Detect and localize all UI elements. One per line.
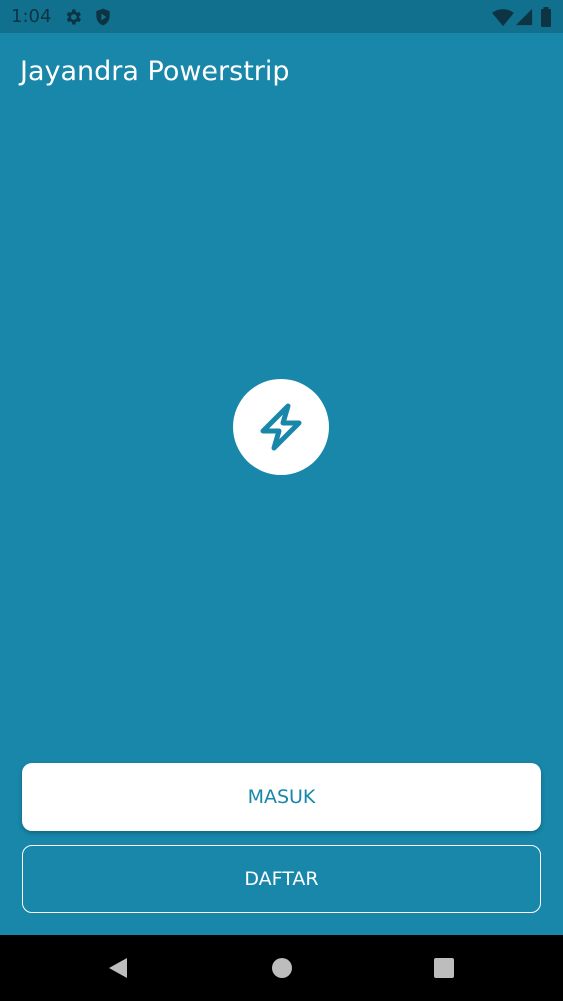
- back-icon[interactable]: [106, 956, 130, 980]
- app-screen: 1:04 Jayandra Powerstrip MASUK DAFTAR: [0, 0, 563, 1001]
- status-time: 1:04: [11, 6, 52, 27]
- home-icon[interactable]: [270, 956, 294, 980]
- recents-icon[interactable]: [432, 956, 456, 980]
- navigation-bar: [0, 935, 563, 1001]
- wifi-icon: [492, 7, 514, 27]
- login-button[interactable]: MASUK: [22, 763, 541, 831]
- app-logo: [233, 379, 329, 475]
- status-bar: 1:04: [0, 0, 563, 33]
- lightning-bolt-icon: [260, 403, 302, 451]
- app-title: Jayandra Powerstrip: [20, 56, 290, 87]
- shield-play-icon: [93, 7, 113, 27]
- settings-icon: [63, 7, 83, 27]
- login-button-label: MASUK: [247, 786, 316, 808]
- register-button[interactable]: DAFTAR: [22, 845, 541, 913]
- register-button-label: DAFTAR: [244, 868, 319, 890]
- battery-icon: [540, 7, 560, 27]
- signal-icon: [515, 7, 535, 27]
